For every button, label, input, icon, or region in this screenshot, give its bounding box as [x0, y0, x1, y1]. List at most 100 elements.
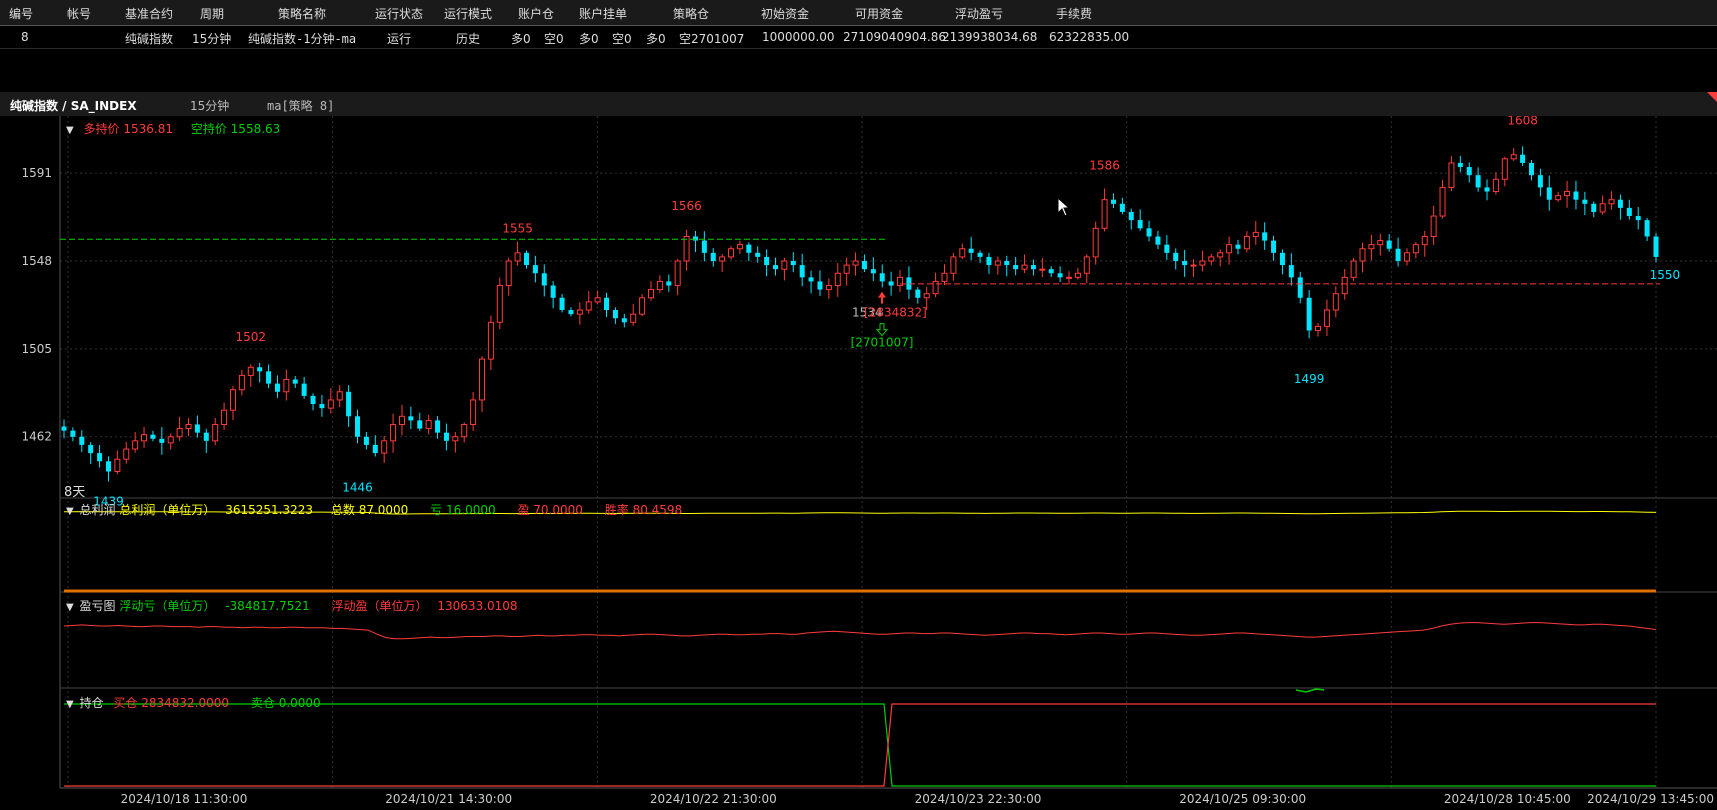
candle-body	[1537, 175, 1543, 188]
collapse-arrow-icon[interactable]: ▼	[66, 125, 74, 136]
long-hold-value: 1536.81	[123, 122, 173, 136]
candle-body	[1395, 248, 1401, 261]
candle-body	[1448, 162, 1455, 188]
candle-body	[212, 423, 219, 442]
candle-body	[1403, 252, 1410, 262]
candle-body	[266, 371, 272, 384]
candle-body	[1021, 264, 1028, 270]
candle-body	[1653, 236, 1659, 257]
col-fee[interactable]: 手续费	[1056, 5, 1092, 22]
candle-body	[1110, 199, 1116, 204]
candle-body	[1626, 207, 1632, 217]
candle-body	[773, 265, 779, 270]
col-avail-capital[interactable]: 可用资金	[855, 5, 903, 22]
candle-body	[1501, 158, 1508, 180]
candle-body	[559, 297, 565, 311]
candle-body	[834, 272, 841, 287]
candle-body	[1235, 244, 1241, 249]
candle-body	[852, 260, 859, 266]
price-extreme-label: 1502	[235, 330, 266, 344]
candle-body	[496, 285, 503, 323]
candle-body	[1359, 248, 1366, 262]
candle-body	[1430, 215, 1437, 237]
col-period[interactable]: 周期	[200, 5, 224, 22]
candle-body	[310, 395, 316, 405]
candle-body	[1520, 154, 1526, 163]
cell-acct-pos-long: 多0	[511, 32, 531, 46]
chart-period[interactable]: 15分钟	[190, 97, 229, 114]
profit-total-value: 3615251.3223	[225, 503, 314, 517]
candle-body	[639, 297, 646, 315]
candle-body	[1208, 256, 1215, 262]
col-account-position[interactable]: 账户仓	[518, 5, 554, 22]
candle-body	[764, 256, 770, 266]
x-tick-label: 2024/10/29 13:45:00	[1587, 792, 1714, 806]
candle-body	[238, 374, 245, 391]
candle-body	[817, 281, 823, 290]
price-extreme-label: 1550	[1650, 268, 1681, 282]
table-row[interactable]: 8 纯碱指数 15分钟 纯碱指数-1分钟-ma 运行 历史 多0 空0 多0 空…	[0, 26, 1717, 49]
cell-strat-pos-long: 多0	[646, 32, 666, 46]
col-run-mode[interactable]: 运行模式	[444, 5, 492, 22]
candle-body	[1306, 297, 1312, 331]
candle-body	[1475, 175, 1481, 188]
x-tick-label: 2024/10/22 21:30:00	[650, 792, 777, 806]
candle-body	[746, 244, 752, 253]
candle-body	[666, 281, 672, 286]
col-run-status[interactable]: 运行状态	[375, 5, 423, 22]
candle-body	[879, 273, 885, 282]
candle-body	[372, 444, 378, 454]
candle-body	[470, 399, 477, 425]
price-extreme-label: 1499	[1294, 372, 1325, 386]
candle-body	[1190, 264, 1197, 267]
sell-pos-value: 0.0000	[278, 696, 321, 710]
win-count-label: 盈	[517, 503, 530, 517]
col-init-capital[interactable]: 初始资金	[761, 5, 809, 22]
candle-body	[1332, 293, 1339, 311]
candle-body	[1182, 261, 1188, 266]
col-strategy-name[interactable]: 策略名称	[278, 5, 326, 22]
candle-body	[728, 248, 735, 258]
col-contract[interactable]: 基准合约	[125, 5, 173, 22]
cell-run-mode: 历史	[456, 32, 481, 46]
candle-body	[1004, 261, 1010, 266]
candle-body	[1083, 256, 1090, 274]
candle-body	[176, 428, 183, 438]
candle-body	[514, 252, 521, 262]
candle-body	[755, 252, 761, 257]
col-strategy-position[interactable]: 策略仓	[673, 5, 709, 22]
cell-init-capital: 1000000.00	[762, 30, 835, 44]
candle-body	[1564, 191, 1571, 197]
cell-strategy-name: 纯碱指数-1分钟-ma	[248, 32, 357, 46]
candle-body	[683, 235, 690, 262]
y-tick-label: 1591	[21, 166, 52, 180]
candle-body	[959, 248, 966, 258]
sell-pos-label: 卖仓	[250, 696, 275, 710]
win-count-value: 70.0000	[533, 503, 583, 517]
candle-body	[1173, 252, 1179, 261]
candle-body	[585, 301, 592, 311]
collapse-arrow-icon[interactable]: ▼	[66, 602, 74, 613]
candle-body	[1252, 231, 1259, 237]
collapse-arrow-icon[interactable]: ▼	[66, 506, 74, 517]
candle-body	[452, 436, 459, 442]
collapse-arrow-icon[interactable]: ▼	[66, 699, 74, 710]
col-account-orders[interactable]: 账户挂单	[579, 5, 627, 22]
price-extreme-label: 1566	[671, 199, 702, 213]
candle-body	[1164, 244, 1170, 253]
col-id[interactable]: 编号	[9, 5, 33, 22]
col-account[interactable]: 帐号	[67, 5, 91, 22]
cell-float-pnl: 2139938034.68	[942, 30, 1038, 44]
candle-body	[870, 269, 876, 274]
loss-count-value: 16.0000	[445, 503, 496, 517]
candle-body	[390, 423, 397, 442]
candle-body	[861, 261, 867, 270]
candle-body	[150, 434, 156, 439]
cell-id: 8	[21, 30, 29, 44]
candle-body	[194, 424, 200, 433]
candle-body	[221, 409, 228, 425]
corner-marker-icon	[1707, 92, 1717, 102]
col-float-pnl[interactable]: 浮动盈亏	[955, 5, 1003, 22]
candle-body	[79, 436, 85, 445]
candle-body	[656, 280, 663, 291]
